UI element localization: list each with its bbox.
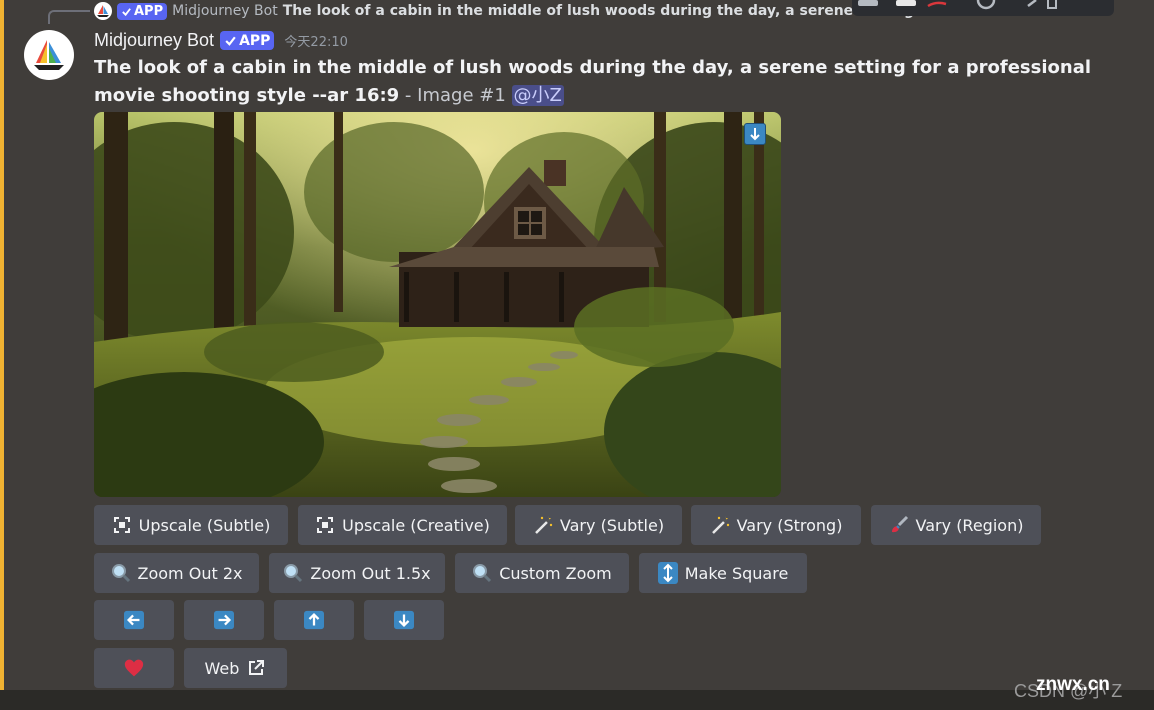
reply-text[interactable]: The look of a cabin in the middle of lus… (283, 3, 914, 19)
pan-left-button[interactable] (94, 600, 174, 640)
vary-strong-button[interactable]: Vary (Strong) (691, 505, 861, 545)
sailboat-icon (97, 5, 109, 17)
up-down-arrow-icon (657, 562, 678, 584)
heart-icon (124, 658, 144, 678)
upscale-subtle-button[interactable]: Upscale (Subtle) (94, 505, 288, 545)
expand-arrows-icon (112, 515, 132, 535)
vary-strong-label: Vary (Strong) (736, 515, 843, 535)
arrow-left-icon (124, 610, 144, 630)
custom-zoom-label: Custom Zoom (499, 563, 612, 583)
user-mention[interactable]: @小Z (511, 85, 564, 106)
custom-zoom-button[interactable]: Custom Zoom (455, 553, 629, 593)
web-label: Web (204, 658, 240, 678)
reply-avatar[interactable] (94, 2, 112, 20)
external-link-icon (246, 658, 266, 678)
checkmark-icon (122, 7, 131, 16)
upscale-creative-label: Upscale (Creative) (342, 515, 490, 535)
arrow-up-icon (304, 610, 324, 630)
pan-right-button[interactable] (184, 600, 264, 640)
zoom-out-1-5x-label: Zoom Out 1.5x (310, 563, 431, 583)
paintbrush-icon (889, 515, 909, 535)
sailboat-icon (34, 40, 64, 70)
magic-wand-icon (533, 515, 553, 535)
message-content: The look of a cabin in the middle of lus… (94, 54, 1094, 110)
znwx-watermark: znwx.cn (1036, 674, 1110, 695)
badge-label: APP (239, 32, 271, 49)
vary-subtle-label: Vary (Subtle) (559, 515, 665, 535)
message-toolbar (852, 0, 1114, 16)
expand-arrows-icon (315, 515, 335, 535)
cabin-in-woods-image (94, 112, 781, 497)
zoom-out-2x-button[interactable]: Zoom Out 2x (94, 553, 259, 593)
upscale-subtle-label: Upscale (Subtle) (138, 515, 271, 535)
pan-down-button[interactable] (364, 600, 444, 640)
favorite-button[interactable] (94, 648, 174, 688)
upscale-creative-button[interactable]: Upscale (Creative) (298, 505, 507, 545)
reply-app-badge: APP (117, 2, 168, 20)
prompt-text: The look of a cabin in the middle of lus… (94, 57, 1092, 106)
message-header: Midjourney Bot APP 今天22:10 (94, 30, 348, 51)
zoom-out-1-5x-button[interactable]: Zoom Out 1.5x (269, 553, 445, 593)
reply-badge-label: APP (134, 3, 164, 19)
highlight-accent-bar (0, 0, 4, 690)
magnifier-icon (472, 563, 492, 583)
vary-region-label: Vary (Region) (915, 515, 1024, 535)
pan-up-button[interactable] (274, 600, 354, 640)
reply-preview[interactable]: APP Midjourney Bot The look of a cabin i… (50, 0, 914, 22)
download-arrow-icon[interactable] (744, 123, 766, 145)
arrow-right-icon (214, 610, 234, 630)
image-label: - Image #1 (399, 85, 512, 106)
web-link-button[interactable]: Web (184, 648, 287, 688)
magic-wand-icon (710, 515, 730, 535)
bot-avatar[interactable] (24, 30, 74, 80)
zoom-out-2x-label: Zoom Out 2x (137, 563, 243, 583)
vary-region-button[interactable]: Vary (Region) (871, 505, 1041, 545)
arrow-down-icon (750, 128, 760, 141)
vary-subtle-button[interactable]: Vary (Subtle) (515, 505, 682, 545)
magnifier-icon (283, 563, 303, 583)
timestamp[interactable]: 今天22:10 (284, 31, 347, 50)
app-badge: APP (220, 31, 275, 50)
author-name[interactable]: Midjourney Bot (94, 30, 214, 51)
checkmark-icon (225, 36, 236, 46)
bottom-strip (0, 690, 1154, 710)
make-square-label: Make Square (684, 563, 789, 583)
make-square-button[interactable]: Make Square (639, 553, 807, 593)
reply-author[interactable]: Midjourney Bot (172, 3, 278, 19)
magnifier-icon (111, 563, 131, 583)
generated-image[interactable] (94, 112, 781, 497)
arrow-down-icon (394, 610, 414, 630)
toolbar-icons (858, 0, 1057, 10)
